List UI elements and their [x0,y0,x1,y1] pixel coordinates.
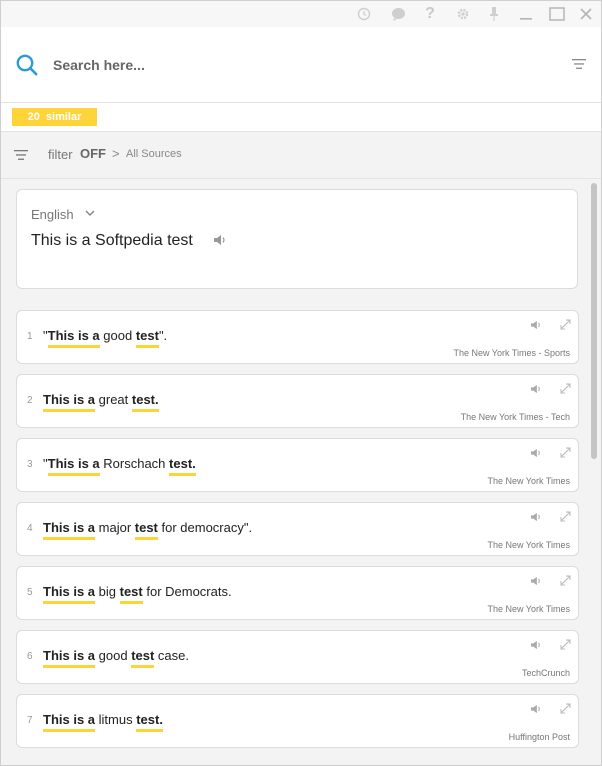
help-icon[interactable]: ? [419,4,441,24]
result-item[interactable]: 5 This is a big test for Democrats. The Ne… [16,566,579,620]
result-item[interactable]: 3 "This is a Rorschach test. The New York … [16,438,579,492]
result-item[interactable]: 1 "This is a good test". The New York Time… [16,310,579,364]
highlighted-match: This is a [47,328,100,348]
search-icon[interactable] [15,53,39,77]
result-number: 2 [27,395,33,406]
speaker-icon[interactable] [530,448,542,458]
highlighted-match: test. [136,712,163,732]
similar-badge[interactable]: 20 similar [12,108,97,126]
result-source[interactable]: The New York Times - Tech [461,412,570,422]
speaker-icon[interactable] [530,384,542,394]
close-icon[interactable] [575,4,597,24]
filter-bar: filter OFF > All Sources [1,132,601,179]
result-sentence: This is a good test case. [43,648,189,668]
results-pane: English This is a Softpedia test 1 "This … [1,179,587,765]
filter-state[interactable]: OFF [80,146,106,161]
result-item[interactable]: 6 This is a good test case. TechCrunch [16,630,579,684]
language-selector[interactable]: English [31,207,74,222]
speaker-icon[interactable] [213,234,227,246]
highlighted-match: test [135,328,159,348]
chevron-right-icon: > [112,146,120,161]
app-window: ? 20 similar [0,0,602,766]
maximize-icon[interactable] [546,4,568,24]
result-sentence: This is a great test. [43,392,159,412]
chevron-down-icon[interactable] [84,207,96,219]
result-item[interactable]: 2 This is a great test. The New York Times… [16,374,579,428]
result-sentence: "This is a Rorschach test. [43,456,196,476]
result-item[interactable]: 7 This is a litmus test. Huffington Post [16,694,579,748]
expand-icon[interactable] [560,575,571,586]
highlighted-match: test [119,584,143,604]
similar-count: 20 [27,111,40,123]
pin-icon[interactable] [483,4,505,24]
result-number: 4 [27,523,33,534]
speaker-icon[interactable] [530,704,542,714]
search-input[interactable] [51,51,535,79]
result-sentence: This is a major test for democracy". [43,520,252,540]
result-number: 1 [27,331,33,342]
expand-icon[interactable] [560,639,571,650]
speaker-icon[interactable] [530,640,542,650]
filter-icon[interactable] [13,148,29,162]
result-number: 7 [27,715,33,726]
speaker-icon[interactable] [530,512,542,522]
expand-icon[interactable] [560,447,571,458]
expand-icon[interactable] [560,511,571,522]
highlighted-match: test [134,520,158,540]
highlighted-match: test. [131,392,159,412]
sources-selector[interactable]: All Sources [126,148,182,160]
highlighted-match: test [131,648,155,668]
result-sentence: "This is a good test". [43,328,167,348]
similar-row: 20 similar [1,103,601,132]
result-item[interactable]: 4 This is a major test for democracy". The… [16,502,579,556]
expand-icon[interactable] [560,319,571,330]
highlighted-match: This is a [43,648,96,668]
history-icon[interactable] [353,4,375,24]
title-bar: ? [1,1,601,27]
highlighted-match: This is a [43,392,96,412]
expand-icon[interactable] [560,703,571,714]
result-source[interactable]: The New York Times [487,540,570,550]
result-source[interactable]: TechCrunch [522,668,570,678]
search-header [1,27,601,103]
result-number: 5 [27,587,33,598]
source-card: English This is a Softpedia test [16,189,578,289]
scrollbar-thumb[interactable] [591,183,597,459]
scrollbar[interactable] [591,179,599,765]
minimize-icon[interactable] [515,4,537,24]
filter-menu-icon[interactable] [571,57,587,71]
settings-icon[interactable] [452,4,474,24]
result-source[interactable]: The New York Times [487,604,570,614]
highlighted-match: test. [169,456,196,476]
result-source[interactable]: Huffington Post [509,732,570,742]
speaker-icon[interactable] [530,576,542,586]
speaker-icon[interactable] [530,320,542,330]
result-sentence: This is a litmus test. [43,712,163,732]
result-number: 3 [27,459,33,470]
chat-icon[interactable] [387,4,409,24]
expand-icon[interactable] [560,383,571,394]
highlighted-match: This is a [43,712,96,732]
highlighted-match: This is a [43,520,96,540]
result-sentence: This is a big test for Democrats. [43,584,232,604]
highlighted-match: This is a [43,584,96,604]
result-source[interactable]: The New York Times - Sports [453,348,570,358]
source-text: This is a Softpedia test [31,232,193,249]
filter-label[interactable]: filter [48,147,73,162]
result-source[interactable]: The New York Times [487,476,570,486]
result-number: 6 [27,651,33,662]
highlighted-match: This is a [47,456,100,476]
similar-label: similar [45,111,82,123]
